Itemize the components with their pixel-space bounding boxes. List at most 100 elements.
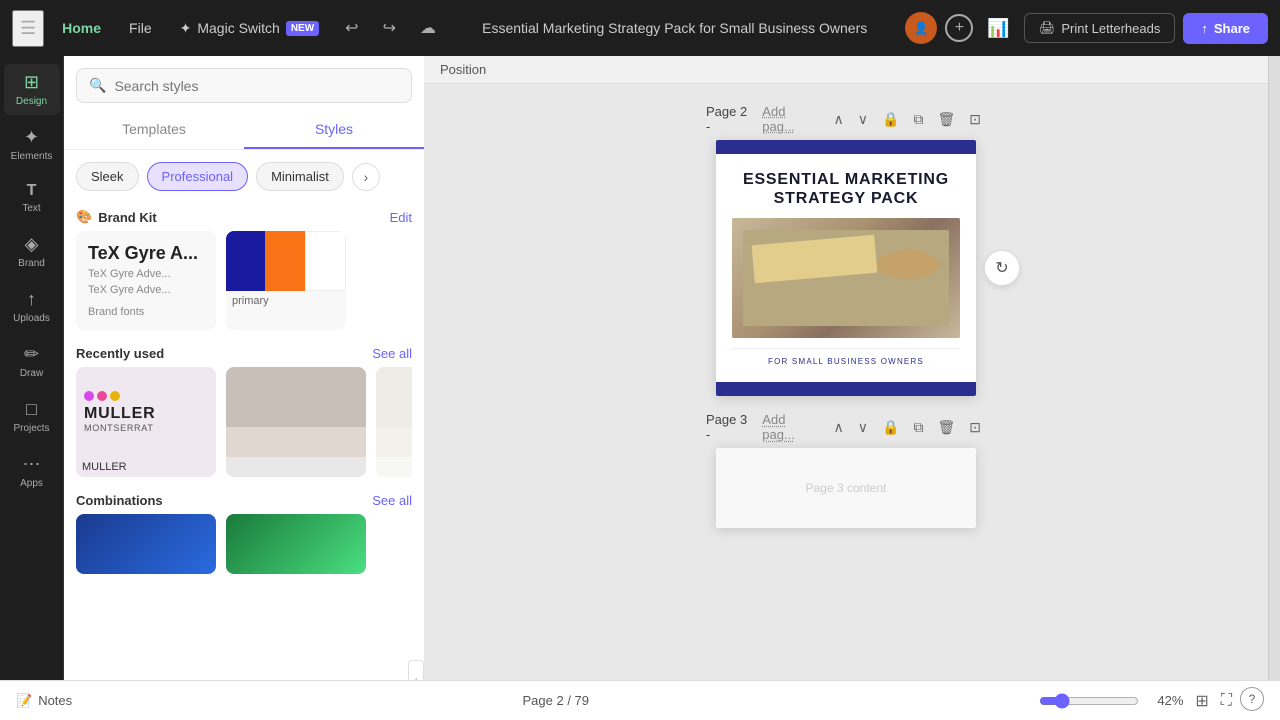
notes-button[interactable]: 📝 Notes [16,693,72,709]
grey-bottom [226,427,366,457]
hide-panel-button[interactable]: ‹ [408,660,424,680]
sidebar-item-brand[interactable]: ◈ Brand [4,226,60,277]
canvas-area: Position Page 2 - Add pag... ∧ ∨ 🔒 ⧉ 🗑 [424,56,1268,680]
sidebar-item-projects[interactable]: □ Projects [4,391,60,442]
page3-section: Page 3 - Add pag... ∧ ∨ 🔒 ⧉ 🗑 ⊡ Page 3 c… [706,412,986,528]
notes-icon: 📝 [16,693,32,709]
page3-lock[interactable]: 🔒 [877,416,904,439]
page3-collapse-up[interactable]: ∧ [829,416,849,439]
page2-add-link[interactable]: Add pag... [762,104,820,134]
style-chips: Sleek Professional Minimalist › [64,150,424,199]
sidebar-label-text: Text [22,203,40,214]
sidebar-item-text[interactable]: T Text [4,174,60,222]
sidebar-icons: ⊞ Design ✦ Elements T Text ◈ Brand ↑ Upl… [0,56,64,680]
third-style-card[interactable] [376,367,412,477]
design-icon: ⊞ [24,72,39,93]
combinations-header: Combinations See all [76,487,412,514]
swatch-white [305,231,346,291]
page-count: Page 2 / 79 [80,693,1031,708]
page2-more[interactable]: ⊡ [964,108,986,131]
chips-next-arrow[interactable]: › [352,163,380,191]
page3-toolbar: Page 3 - Add pag... ∧ ∨ 🔒 ⧉ 🗑 ⊡ [706,412,986,442]
combination-card-1[interactable] [76,514,216,574]
tab-templates[interactable]: Templates [64,111,244,149]
menu-button[interactable]: ☰ [12,10,44,47]
page3-add-link[interactable]: Add pag... [762,412,820,442]
undo-button[interactable]: ↩ [337,12,366,44]
cloud-save-button[interactable]: ☁ [412,12,444,44]
page3-placeholder: Page 3 content [806,481,887,495]
bottom-bar: 📝 Notes Page 2 / 79 42% ⊞ ⛶ ? [0,680,1280,720]
stats-button[interactable]: 📊 [981,12,1015,45]
page3-delete[interactable]: 🗑 [932,416,960,439]
page2-copy[interactable]: ⧉ [908,108,928,131]
page2-collapse-down[interactable]: ∨ [853,108,873,131]
magic-switch-icon: ✦ [180,20,192,37]
redo-button[interactable]: ↪ [375,12,404,44]
combinations-see-all[interactable]: See all [372,493,412,508]
grey-card-content [226,367,366,457]
sidebar-item-draw[interactable]: ✏ Draw [4,336,60,387]
page2-delete[interactable]: 🗑 [932,108,960,131]
combinations-cards [76,514,412,574]
magic-switch-button[interactable]: ✦ Magic Switch NEW [170,14,330,43]
chip-minimalist[interactable]: Minimalist [256,162,344,191]
page3-design[interactable]: Page 3 content [716,448,976,528]
home-button[interactable]: Home [52,14,111,42]
swatch-blue [226,231,265,291]
canvas-top-bar: Position [424,56,1268,84]
sidebar-item-apps[interactable]: ⋯ Apps [4,446,60,497]
chip-sleek[interactable]: Sleek [76,162,139,191]
combinations-title: Combinations [76,493,163,508]
grid-view-button[interactable]: ⊞ [1191,687,1212,715]
desk-graphic [743,230,948,326]
tab-styles[interactable]: Styles [244,111,424,149]
sidebar-item-uploads[interactable]: ↑ Uploads [4,281,60,332]
brand-fonts-card[interactable]: TeX Gyre A... TeX Gyre Adve... TeX Gyre … [76,231,216,330]
apps-icon: ⋯ [23,454,41,475]
share-button[interactable]: ↑ Share [1183,13,1268,44]
share-icon: ↑ [1201,21,1208,36]
brand-kit-header: 🎨 Brand Kit Edit [76,199,412,231]
add-collaborator-button[interactable]: + [945,14,973,42]
avatar[interactable]: 👤 [905,12,937,44]
help-button[interactable]: ? [1240,687,1264,711]
search-icon: 🔍 [89,77,106,94]
grey-style-card[interactable] [226,367,366,477]
chip-professional[interactable]: Professional [147,162,249,191]
refresh-style-button[interactable]: ↻ [984,250,1020,286]
search-input-wrap: 🔍 [76,68,412,103]
brand-font-name: TeX Gyre A... [88,243,204,264]
page2-lock[interactable]: 🔒 [877,108,904,131]
brand-color-card[interactable]: primary [226,231,346,330]
zoom-controls: 42% [1039,693,1183,709]
elements-icon: ✦ [24,127,39,148]
sidebar-item-design[interactable]: ⊞ Design [4,64,60,115]
page2-top-bar [716,140,976,154]
file-button[interactable]: File [119,14,162,42]
draw-icon: ✏ [24,344,39,365]
page2-content: ESSENTIAL MARKETING STRATEGY PACK FOR SM… [716,154,976,382]
document-title: Essential Marketing Strategy Pack for Sm… [452,20,897,36]
page2-design[interactable]: ESSENTIAL MARKETING STRATEGY PACK FOR SM… [716,140,976,396]
sidebar-label-uploads: Uploads [13,313,50,324]
muller-card-content: MULLER MONTSERRAT [76,367,216,457]
right-scrollbar[interactable] [1268,56,1280,680]
print-button[interactable]: 🖨 Print Letterheads [1024,13,1176,43]
fullscreen-button[interactable]: ⛶ [1217,687,1236,715]
search-input[interactable] [114,78,399,94]
recently-used-see-all[interactable]: See all [372,346,412,361]
page2-collapse-up[interactable]: ∧ [829,108,849,131]
sidebar-item-elements[interactable]: ✦ Elements [4,119,60,170]
brand-kit-edit-button[interactable]: Edit [390,210,412,225]
canvas-scroll[interactable]: Page 2 - Add pag... ∧ ∨ 🔒 ⧉ 🗑 ⊡ [424,84,1268,680]
page3-copy[interactable]: ⧉ [908,416,928,439]
page3-more[interactable]: ⊡ [964,416,986,439]
color-primary-label: primary [226,291,346,313]
projects-icon: □ [26,399,37,420]
combination-card-2[interactable] [226,514,366,574]
page3-collapse-down[interactable]: ∨ [853,416,873,439]
main-area: ⊞ Design ✦ Elements T Text ◈ Brand ↑ Upl… [0,56,1280,680]
muller-style-card[interactable]: MULLER MONTSERRAT MULLER [76,367,216,477]
zoom-slider[interactable] [1039,693,1139,709]
